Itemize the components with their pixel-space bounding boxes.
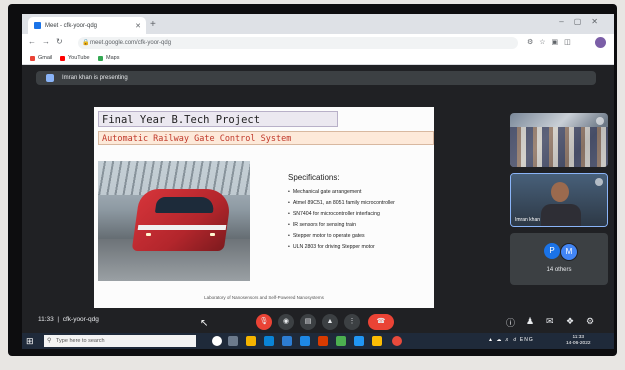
window-controls[interactable]: –▢✕ <box>559 17 608 26</box>
lock-icon: 🔒 <box>82 40 90 46</box>
maps-icon <box>98 55 103 61</box>
people-icon[interactable]: ♟ <box>526 316 534 327</box>
train-photo <box>98 161 250 281</box>
presenting-text: Imran khan is presenting <box>62 75 128 81</box>
present-icon[interactable]: ▲ <box>322 314 338 330</box>
mouse-cursor-icon: ↖ <box>200 318 209 329</box>
screen: Meet - cfk-yoor-qdg ✕ + –▢✕ ← → ↻ 🔒 meet… <box>22 14 614 349</box>
participant-avatar: P <box>544 243 560 259</box>
tray-icons: ▲ ☁ ♬ ☌ <box>488 337 520 343</box>
shared-slide: Final Year B.Tech Project Automatic Rail… <box>94 107 434 309</box>
bookmarks-bar: Gmail YouTube Maps <box>22 52 614 65</box>
taskbar-clock[interactable]: 11:33 14-06-2022 <box>566 335 591 347</box>
spec-item: SN7404 for microcontroller interfacing <box>288 209 395 220</box>
info-icon[interactable]: ⓘ <box>506 316 515 329</box>
monitor-bezel: Meet - cfk-yoor-qdg ✕ + –▢✕ ← → ↻ 🔒 meet… <box>8 4 617 356</box>
participant-name: Imran khan <box>515 217 541 223</box>
office-icon[interactable] <box>318 336 328 346</box>
toolbar-action-icons[interactable]: ⚙☆▣◫ <box>527 38 577 46</box>
store-icon[interactable] <box>282 336 292 346</box>
meet-control-bar: 11:33 | cfk-yoor-qdg 🎙 ◉ ▤ ▲ ⋮ ☎ ⓘ ♟ ✉ ❖… <box>22 308 614 336</box>
more-options-icon[interactable]: ⋮ <box>344 314 360 330</box>
windows-taskbar: ⊞ ⚲ Type here to search ▲ ☁ ♬ ☌ ENG 11:3… <box>22 333 614 349</box>
spec-item: IR sensors for sensing train <box>288 220 395 231</box>
chrome-icon[interactable] <box>372 336 382 346</box>
hang-up-icon[interactable]: ☎ <box>368 314 394 330</box>
spec-item: Mechanical gate arrangement <box>288 187 395 198</box>
app-icon[interactable] <box>354 336 364 346</box>
browser-tabstrip: Meet - cfk-yoor-qdg ✕ + –▢✕ <box>22 14 614 34</box>
task-view-icon[interactable] <box>228 336 238 346</box>
others-tile[interactable]: P M 14 others <box>510 233 608 285</box>
meeting-code: cfk-yoor-qdg <box>62 316 99 323</box>
train-stripe <box>137 225 227 230</box>
specs-heading: Specifications: <box>288 173 340 182</box>
browser-tab-meet[interactable]: Meet - cfk-yoor-qdg ✕ <box>28 17 146 34</box>
slide-title: Final Year B.Tech Project <box>98 111 338 127</box>
system-tray[interactable]: ▲ ☁ ♬ ☌ ENG <box>488 337 534 343</box>
spec-item: ULN 2803 for driving Stepper motor <box>288 242 395 253</box>
profile-avatar[interactable] <box>595 37 606 48</box>
present-screen-icon <box>46 74 54 82</box>
meeting-time: 11:33 <box>38 316 54 323</box>
spec-item: Stepper motor to operate gates <box>288 231 395 242</box>
search-placeholder: Type here to search <box>56 338 105 344</box>
mail-icon[interactable] <box>300 336 310 346</box>
search-icon: ⚲ <box>47 338 52 344</box>
activities-icon[interactable]: ❖ <box>566 316 574 327</box>
address-bar[interactable]: 🔒 meet.google.com/cfk-yoor-qdg <box>78 37 518 49</box>
mic-off-icon[interactable]: 🎙 <box>256 314 272 330</box>
file-explorer-icon[interactable] <box>246 336 256 346</box>
participant-avatar: M <box>560 243 578 261</box>
gmail-icon <box>30 55 35 61</box>
browser-toolbar: ← → ↻ 🔒 meet.google.com/cfk-yoor-qdg ⚙☆▣… <box>22 34 614 52</box>
bookmark-youtube[interactable]: YouTube <box>60 52 90 64</box>
specs-list: Mechanical gate arrangement Atmel 89C51,… <box>288 187 395 253</box>
presenter-head <box>551 182 569 202</box>
slide-subtitle: Automatic Railway Gate Control System <box>98 131 434 145</box>
back-arrow-icon[interactable]: ← <box>28 37 36 46</box>
train-headlight <box>210 233 215 236</box>
pin-icon[interactable] <box>596 117 604 125</box>
train-headlight <box>146 233 151 236</box>
spec-item: Atmel 89C51, an 8051 family microcontrol… <box>288 198 395 209</box>
slide-footer: Laboratory of Nanosensors and Self-Power… <box>204 295 324 300</box>
taskbar-search[interactable]: ⚲ Type here to search <box>44 335 196 347</box>
tab-title: Meet - cfk-yoor-qdg <box>45 22 98 29</box>
windows-start-icon[interactable]: ⊞ <box>26 336 34 347</box>
language-indicator: ENG <box>519 337 534 343</box>
camera-icon[interactable]: ◉ <box>278 314 294 330</box>
forward-arrow-icon[interactable]: → <box>42 37 50 46</box>
pin-icon[interactable] <box>595 178 603 186</box>
meet-stage: Imran khan is presenting Final Year B.Te… <box>22 65 614 333</box>
bookmark-maps[interactable]: Maps <box>98 52 119 64</box>
others-count: 14 others <box>546 267 572 273</box>
youtube-icon <box>60 55 65 61</box>
app-icon[interactable] <box>336 336 346 346</box>
cortana-icon[interactable] <box>212 336 222 346</box>
bookmark-gmail[interactable]: Gmail <box>30 52 52 64</box>
classroom-video <box>510 127 608 167</box>
edge-icon[interactable] <box>264 336 274 346</box>
close-tab-icon[interactable]: ✕ <box>135 22 141 30</box>
presenter-body <box>541 204 581 226</box>
url-text: meet.google.com/cfk-yoor-qdg <box>90 40 172 46</box>
chrome-active-icon[interactable] <box>392 336 402 346</box>
train-windshield <box>154 197 216 213</box>
reload-icon[interactable]: ↻ <box>56 37 63 46</box>
presenting-banner: Imran khan is presenting <box>36 71 596 85</box>
participant-tile-classroom[interactable] <box>510 113 608 167</box>
new-tab-button[interactable]: + <box>150 19 156 30</box>
participant-tile-presenter[interactable]: Imran khan <box>510 173 608 227</box>
meeting-details: 11:33 | cfk-yoor-qdg <box>38 316 99 323</box>
meet-favicon-icon <box>34 22 41 29</box>
chat-icon[interactable]: ✉ <box>546 316 554 327</box>
captions-icon[interactable]: ▤ <box>300 314 316 330</box>
clock-date: 14-06-2022 <box>566 341 591 346</box>
host-controls-icon[interactable]: ⚙ <box>586 316 594 327</box>
